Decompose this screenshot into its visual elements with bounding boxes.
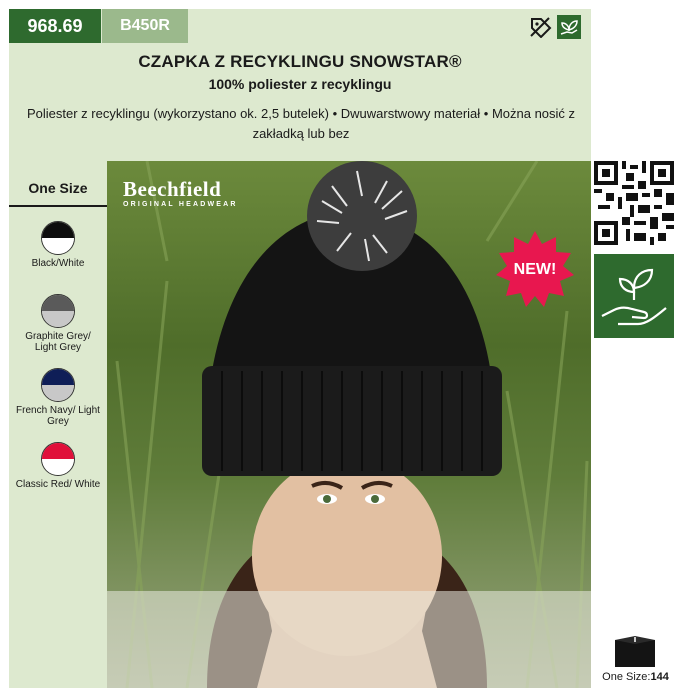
eco-hand-plant-icon — [594, 254, 674, 338]
package-quantity: One Size:144 — [602, 671, 669, 683]
color-swatch-classic-red[interactable]: Classic Red/ White — [9, 442, 107, 490]
carton-box-icon — [614, 636, 656, 668]
swatch-dot — [41, 221, 75, 255]
swatch-label: French Navy/ Light Grey — [16, 405, 100, 427]
new-badge: NEW! — [494, 229, 576, 311]
swatch-label: Classic Red/ White — [15, 479, 101, 490]
discount-tag-icon — [529, 15, 553, 39]
color-swatch-graphite-grey[interactable]: Graphite Grey/ Light Grey — [9, 294, 107, 353]
size-divider — [9, 205, 107, 207]
color-swatch-black-white[interactable]: Black/White — [9, 221, 107, 269]
swatch-dot — [41, 368, 75, 402]
brand-logo: Beechfield ORIGINAL HEADWEAR — [123, 177, 238, 208]
eco-leaf-icon — [557, 15, 581, 39]
product-subtitle: 100% poliester z recyklingu — [208, 76, 392, 92]
swatch-label: Black/White — [31, 258, 85, 269]
swatch-dot — [41, 294, 75, 328]
color-swatch-french-navy[interactable]: French Navy/ Light Grey — [9, 368, 107, 427]
header-icons — [529, 15, 581, 39]
photo-fade — [107, 591, 591, 688]
size-title: One Size — [28, 180, 88, 196]
swatch-dot — [41, 442, 75, 476]
brand-code: B450R — [102, 9, 188, 43]
qr-code[interactable] — [594, 161, 674, 245]
product-title: CZAPKA Z RECYKLINGU SNOWSTAR® — [138, 52, 462, 71]
swatch-label: Graphite Grey/ Light Grey — [25, 331, 91, 353]
product-description: Poliester z recyklingu (wykorzystano ok.… — [26, 106, 576, 141]
product-code: 968.69 — [9, 9, 101, 43]
